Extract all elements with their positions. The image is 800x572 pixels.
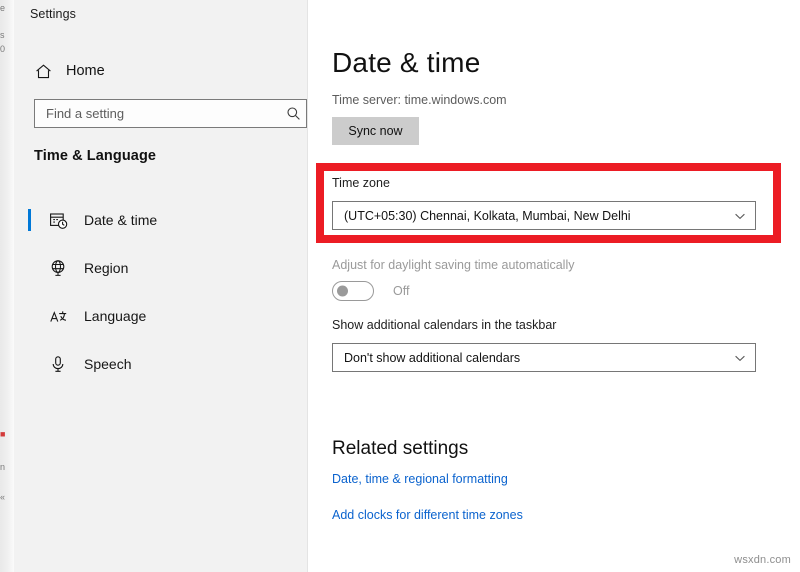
daylight-saving-state: Off bbox=[393, 284, 409, 298]
sidebar-item-label: Language bbox=[84, 308, 146, 324]
page-title: Date & time bbox=[332, 47, 480, 79]
home-icon bbox=[34, 62, 52, 80]
daylight-saving-label: Adjust for daylight saving time automati… bbox=[332, 258, 574, 272]
search-input[interactable] bbox=[35, 100, 280, 127]
sidebar-item-label: Region bbox=[84, 260, 128, 276]
background-text-fragment: n bbox=[0, 462, 14, 472]
settings-window: e s 0 ■ n « Settings Home Time & Language bbox=[0, 0, 800, 572]
globe-icon bbox=[48, 258, 68, 278]
sidebar-item-label: Date & time bbox=[84, 212, 157, 228]
additional-calendars-dropdown[interactable]: Don't show additional calendars bbox=[332, 343, 756, 372]
sidebar-item-speech[interactable]: Speech bbox=[14, 340, 308, 388]
background-text-fragment: s bbox=[0, 30, 14, 40]
chevron-down-icon bbox=[725, 344, 755, 371]
sidebar-item-date-time[interactable]: Date & time bbox=[14, 196, 308, 244]
related-link-add-clocks[interactable]: Add clocks for different time zones bbox=[332, 508, 523, 522]
background-text-fragment: ■ bbox=[0, 429, 14, 439]
additional-calendars-value: Don't show additional calendars bbox=[333, 351, 725, 365]
sidebar: Settings Home Time & Language bbox=[14, 0, 308, 572]
selection-indicator bbox=[28, 209, 31, 231]
sidebar-item-language[interactable]: Language bbox=[14, 292, 308, 340]
chevron-down-icon bbox=[725, 202, 755, 229]
search-icon[interactable] bbox=[280, 100, 306, 127]
window-title: Settings bbox=[30, 7, 76, 21]
related-link-regional-formatting[interactable]: Date, time & regional formatting bbox=[332, 472, 508, 486]
calendar-clock-icon bbox=[48, 210, 68, 230]
search-box[interactable] bbox=[34, 99, 307, 128]
microphone-icon bbox=[48, 354, 68, 374]
sidebar-item-region[interactable]: Region bbox=[14, 244, 308, 292]
additional-calendars-label: Show additional calendars in the taskbar bbox=[332, 318, 556, 332]
sidebar-nav: Date & time Region bbox=[14, 196, 308, 388]
background-text-fragment: e bbox=[0, 3, 14, 13]
sidebar-item-label: Speech bbox=[84, 356, 131, 372]
related-settings-title: Related settings bbox=[332, 438, 468, 460]
watermark: wsxdn.com bbox=[734, 554, 791, 566]
sidebar-section-header: Time & Language bbox=[34, 148, 156, 164]
time-server-text: Time server: time.windows.com bbox=[332, 93, 507, 107]
sync-now-button[interactable]: Sync now bbox=[332, 117, 419, 145]
sidebar-item-home[interactable]: Home bbox=[22, 56, 292, 86]
background-window-sliver: e s 0 ■ n « bbox=[0, 0, 14, 572]
home-label: Home bbox=[66, 63, 105, 79]
toggle-knob bbox=[337, 286, 348, 297]
time-zone-value: (UTC+05:30) Chennai, Kolkata, Mumbai, Ne… bbox=[333, 209, 725, 223]
time-zone-label: Time zone bbox=[332, 176, 390, 190]
language-a-icon bbox=[48, 306, 68, 326]
background-text-fragment: 0 bbox=[0, 44, 14, 54]
background-text-fragment: « bbox=[0, 492, 14, 502]
daylight-saving-row: Off bbox=[332, 281, 409, 301]
time-zone-dropdown[interactable]: (UTC+05:30) Chennai, Kolkata, Mumbai, Ne… bbox=[332, 201, 756, 230]
daylight-saving-toggle[interactable] bbox=[332, 281, 374, 301]
main-content: Date & time Time server: time.windows.co… bbox=[309, 0, 800, 572]
